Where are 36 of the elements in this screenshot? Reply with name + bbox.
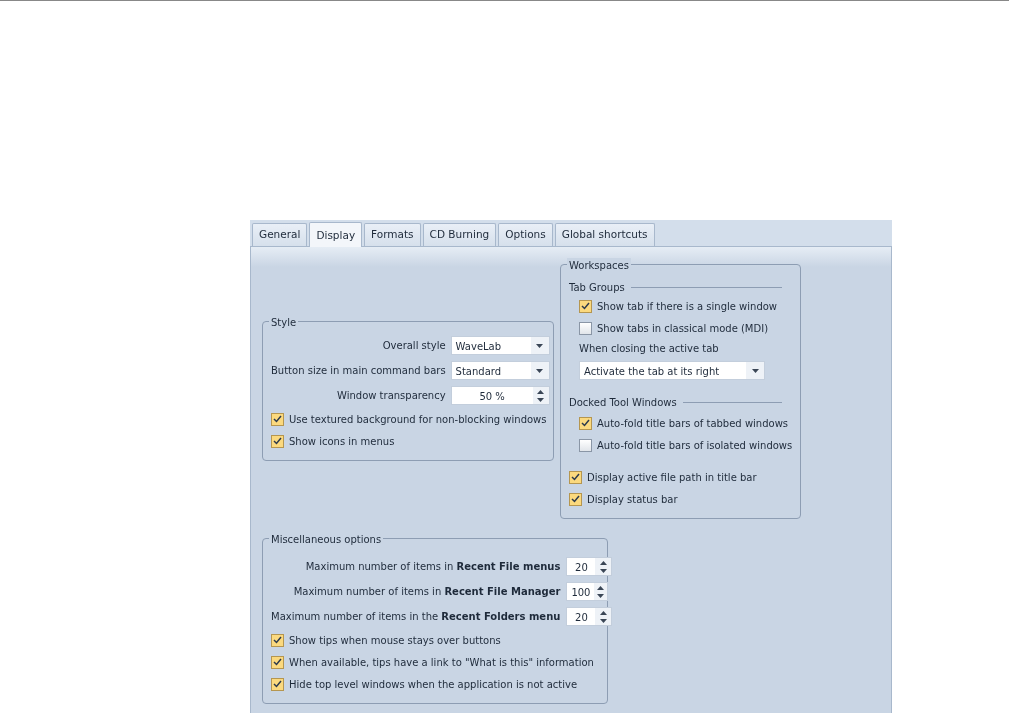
- dropdown-field[interactable]: Activate the tab at its right: [579, 361, 765, 380]
- spinner-field[interactable]: 20: [566, 557, 613, 576]
- checkbox-label: Auto-fold title bars of tabbed windows: [597, 416, 789, 431]
- spinner-field[interactable]: 20: [566, 607, 613, 626]
- checkbox-label: Display active file path in title bar: [587, 470, 757, 485]
- spinner-field[interactable]: 50 %: [450, 386, 550, 405]
- group-title: Style: [269, 315, 299, 330]
- spinner-label: Maximum number of items in Recent File Manager: [292, 585, 561, 599]
- tab[interactable]: Display: [309, 222, 363, 247]
- checkbox-label: When available, tips have a link to "What is this" information: [289, 655, 594, 670]
- checkbox-label: Show tips when mouse stays over buttons: [289, 633, 501, 648]
- tab[interactable]: Formats: [364, 223, 421, 246]
- field-label: Overall style: [381, 339, 446, 353]
- dropdown-field[interactable]: WaveLab: [450, 336, 550, 355]
- spinner-field[interactable]: 100: [566, 582, 609, 601]
- group-title: Workspaces: [567, 258, 631, 273]
- spinner-label: Maximum number of items in Recent File menus: [304, 560, 561, 574]
- spinner-label: Maximum number of items in the Recent Folders menu: [271, 610, 561, 624]
- checkbox-label: Hide top level windows when the application is not active: [289, 677, 578, 692]
- tab[interactable]: Options: [498, 223, 553, 246]
- checkbox-label: Show tab if there is a single window: [597, 299, 778, 314]
- dropdown-field[interactable]: Standard: [450, 361, 550, 380]
- group-title: Miscellaneous options: [269, 532, 384, 547]
- checkbox-label: Show icons in menus: [289, 434, 395, 449]
- tab[interactable]: CD Burning: [422, 223, 497, 246]
- section-heading: Tab Groups: [569, 280, 625, 295]
- field-label: Button size in main command bars: [271, 364, 446, 378]
- section-heading: Docked Tool Windows: [569, 395, 677, 410]
- field-label: Window transparency: [336, 389, 446, 403]
- checkbox-label: Use textured background for non-blocking windows: [289, 412, 547, 427]
- checkbox-label: Auto-fold title bars of isolated windows: [597, 438, 793, 453]
- checkbox-label: Display status bar: [587, 492, 678, 507]
- dropdown-label: When closing the active tab: [579, 342, 719, 356]
- checkbox-label: Show tabs in classical mode (MDI): [597, 321, 769, 336]
- tab[interactable]: Global shortcuts: [554, 223, 655, 246]
- tab[interactable]: General: [252, 223, 308, 246]
